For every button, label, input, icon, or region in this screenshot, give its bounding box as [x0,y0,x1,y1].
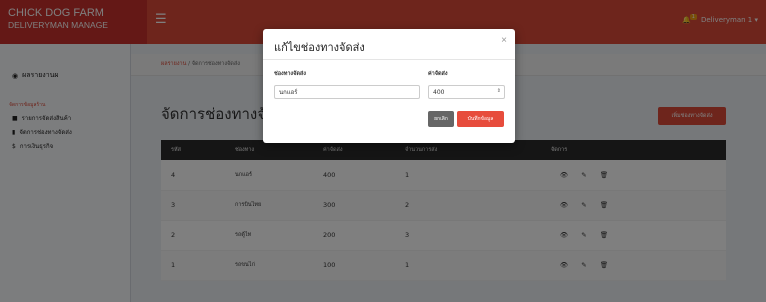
edit-channel-modal: แก้ไขช่องทางจัดส่ง × ช่องทางจัดส่ง นกแอร… [263,29,515,143]
fee-label: ค่าจัดส่ง [428,71,448,77]
close-icon[interactable]: × [501,35,507,46]
save-button[interactable]: บันทึกข้อมูล [457,111,504,127]
channel-label: ช่องทางจัดส่ง [274,71,306,77]
stepper-icon[interactable]: ⇕ [497,88,501,94]
fee-input[interactable]: 400 ⇕ [428,85,505,99]
cancel-button[interactable]: ยกเลิก [428,111,454,127]
modal-divider [263,59,515,60]
modal-title: แก้ไขช่องทางจัดส่ง [274,41,365,54]
channel-name-input[interactable]: นกแอร์ [274,85,420,99]
fee-value: 400 [433,88,445,96]
